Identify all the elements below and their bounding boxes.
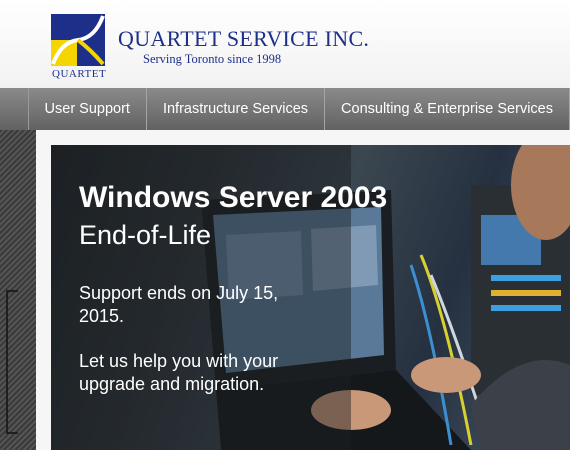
- tagline: Serving Toronto since 1998: [143, 52, 282, 66]
- hero-title: Windows Server 2003: [79, 181, 388, 214]
- company-name[interactable]: QUARTET SERVICE INC.: [118, 26, 369, 52]
- site-header: QUARTET QUARTET SERVICE INC. Serving Tor…: [0, 0, 570, 88]
- quartet-logo-icon[interactable]: [51, 14, 105, 66]
- nav-item-infrastructure-services[interactable]: Infrastructure Services: [147, 88, 326, 130]
- nav-item-user-support[interactable]: User Support: [29, 88, 147, 130]
- hero-subtitle: End-of-Life: [79, 220, 212, 250]
- hero-help-text: Let us help you with your upgrade and mi…: [79, 351, 279, 394]
- logo-wordmark: QUARTET: [52, 68, 107, 80]
- hero-banner[interactable]: Windows Server 2003 End-of-Life Support …: [51, 145, 570, 450]
- nav-item-consulting-enterprise[interactable]: Consulting & Enterprise Services: [325, 88, 570, 130]
- server-rack-image: [0, 130, 36, 450]
- main-nav: User Support Infrastructure Services Con…: [0, 88, 570, 130]
- nav-spacer: [0, 88, 29, 130]
- rack-handle: [6, 290, 18, 434]
- hero-support-text: Support ends on July 15, 2015.: [79, 283, 279, 326]
